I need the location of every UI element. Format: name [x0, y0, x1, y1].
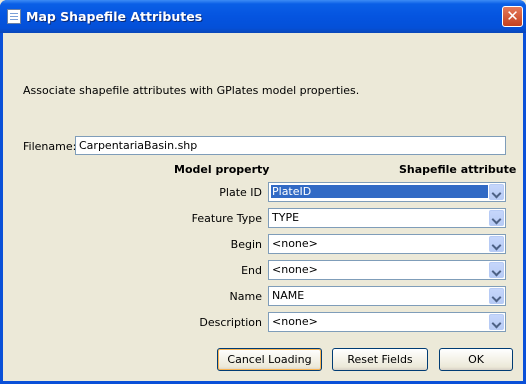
description-label-text: Description [199, 316, 262, 329]
chevron-down-icon[interactable] [489, 210, 504, 226]
cancel-loading-button[interactable]: Cancel Loading [217, 348, 322, 371]
name-label: Name [123, 290, 262, 303]
plate-id-value: PlateID [271, 185, 488, 198]
feature-type-select[interactable]: TYPE [268, 208, 506, 228]
reset-fields-button[interactable]: Reset Fields [332, 348, 428, 371]
begin-label-text: Begin [230, 238, 262, 251]
name-select[interactable]: NAME [268, 286, 506, 306]
title-bar[interactable]: Map Shapefile Attributes ✕ [0, 0, 526, 33]
feature-type-value: TYPE [272, 211, 300, 224]
end-select[interactable]: <none> [268, 260, 506, 280]
name-label-text: Name [229, 290, 262, 303]
plate-id-select[interactable]: PlateID [268, 182, 506, 202]
model-property-header: Model property [174, 163, 270, 176]
chevron-down-icon[interactable] [489, 184, 504, 200]
description-label: Description [123, 316, 262, 329]
close-button[interactable]: ✕ [502, 6, 523, 27]
document-icon [7, 9, 21, 24]
chevron-down-icon[interactable] [489, 314, 504, 330]
end-label: End [123, 264, 262, 277]
feature-type-label-text: Feature Type [191, 212, 262, 225]
plate-id-label-text: Plate ID [219, 186, 262, 199]
shapefile-attribute-header: Shapefile attribute [399, 163, 517, 176]
window-title: Map Shapefile Attributes [26, 9, 203, 24]
name-value: NAME [272, 289, 305, 302]
end-value: <none> [272, 263, 318, 276]
end-label-text: End [241, 264, 262, 277]
chevron-down-icon[interactable] [489, 236, 504, 252]
description-value: <none> [272, 315, 318, 328]
begin-select[interactable]: <none> [268, 234, 506, 254]
feature-type-label: Feature Type [123, 212, 262, 225]
filename-field[interactable]: CarpentariaBasin.shp [75, 136, 506, 155]
plate-id-label: Plate ID [123, 186, 262, 199]
ok-button[interactable]: OK [439, 348, 513, 371]
description-select[interactable]: <none> [268, 312, 506, 332]
intro-text: Associate shapefile attributes with GPla… [23, 84, 360, 97]
dialog-window: Map Shapefile Attributes ✕ Associate sha… [0, 0, 526, 384]
begin-value: <none> [272, 237, 318, 250]
filename-label: Filename: [23, 140, 77, 153]
chevron-down-icon[interactable] [489, 262, 504, 278]
begin-label: Begin [123, 238, 262, 251]
dialog-body: Associate shapefile attributes with GPla… [3, 33, 523, 381]
chevron-down-icon[interactable] [489, 288, 504, 304]
